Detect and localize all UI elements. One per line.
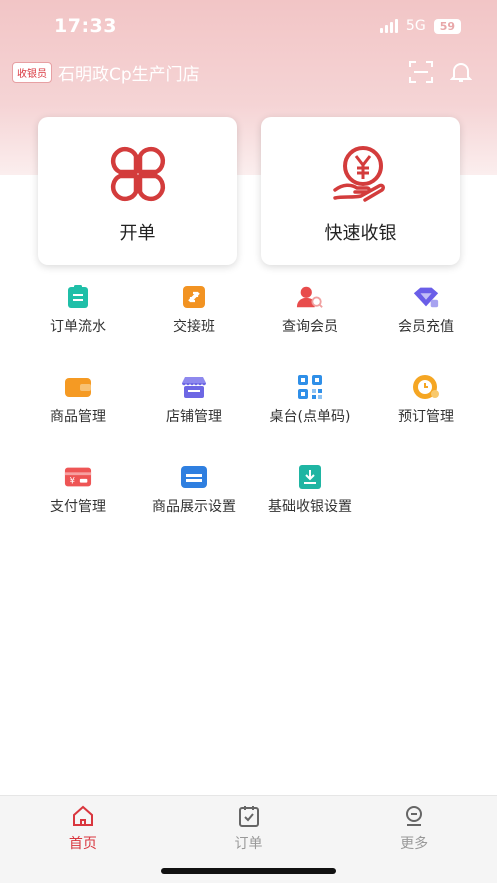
- menu-member-recharge[interactable]: 会员充值: [368, 283, 484, 373]
- scan-icon[interactable]: [401, 54, 441, 90]
- menu-label: 商品展示设置: [152, 499, 236, 515]
- menu-cashier-basic-settings[interactable]: 基础收银设置: [252, 463, 368, 553]
- clover-order-icon: [106, 144, 170, 204]
- tab-label: 更多: [400, 836, 429, 852]
- qrcode-icon: [296, 373, 324, 401]
- menu-product-display-settings[interactable]: 商品展示设置: [136, 463, 252, 553]
- battery-icon: 59: [433, 18, 461, 34]
- menu-label: 商品管理: [50, 409, 106, 425]
- signal-icon: [379, 19, 398, 33]
- menu-table-qrcode[interactable]: 桌台(点单码): [252, 373, 368, 463]
- cashier-download-icon: [296, 463, 324, 491]
- menu-label: 桌台(点单码): [269, 409, 351, 425]
- yen-cashier-icon: [329, 144, 393, 204]
- member-search-icon: [296, 283, 324, 311]
- open-order-card[interactable]: 开单: [38, 117, 237, 265]
- menu-label: 基础收银设置: [268, 499, 352, 515]
- wallet-icon: [64, 373, 92, 401]
- menu-store-management[interactable]: 店铺管理: [136, 373, 252, 463]
- menu-grid: 订单流水 交接班 查询会员 会员充值 商品管理 店铺管理 桌台(点单码) 预订管…: [20, 283, 484, 553]
- clipboard-icon: [64, 283, 92, 311]
- home-indicator: [161, 868, 336, 874]
- tab-label: 订单: [234, 836, 263, 852]
- svg-text:¥: ¥: [70, 476, 75, 486]
- tab-label: 首页: [68, 836, 97, 852]
- store-icon: [180, 373, 208, 401]
- menu-label: 查询会员: [282, 319, 338, 335]
- display-card-icon: [180, 463, 208, 491]
- menu-shift-handover[interactable]: 交接班: [136, 283, 252, 373]
- home-icon: [72, 805, 93, 826]
- menu-order-history[interactable]: 订单流水: [20, 283, 136, 373]
- status-time: 17:33: [54, 15, 117, 37]
- menu-label: 会员充值: [398, 319, 454, 335]
- reservation-clock-icon: [412, 373, 440, 401]
- quick-cashier-label: 快速收银: [324, 223, 397, 244]
- app-header: 收银员 石明政Cp生产门店: [0, 52, 497, 92]
- tab-more[interactable]: 更多: [331, 796, 497, 883]
- menu-label: 预订管理: [398, 409, 454, 425]
- status-indicators: 5G 59: [379, 18, 461, 34]
- quick-cashier-card[interactable]: 快速收银: [261, 117, 460, 265]
- menu-member-query[interactable]: 查询会员: [252, 283, 368, 373]
- menu-product-management[interactable]: 商品管理: [20, 373, 136, 463]
- status-bar: 17:33 5G 59: [0, 0, 497, 52]
- menu-reservation-management[interactable]: 预订管理: [368, 373, 484, 463]
- payment-card-icon: ¥: [64, 463, 92, 491]
- menu-label: 店铺管理: [166, 409, 222, 425]
- store-name[interactable]: 石明政Cp生产门店: [58, 60, 401, 85]
- network-type: 5G: [405, 18, 426, 34]
- menu-payment-management[interactable]: ¥ 支付管理: [20, 463, 136, 553]
- more-icon: [406, 806, 423, 826]
- bell-icon[interactable]: [441, 54, 481, 90]
- order-check-icon: [238, 806, 259, 827]
- open-order-label: 开单: [119, 223, 156, 244]
- primary-actions: 开单 快速收银: [38, 117, 460, 265]
- menu-label: 支付管理: [50, 499, 106, 515]
- role-badge: 收银员: [12, 61, 52, 83]
- shift-swap-icon: [180, 283, 208, 311]
- tab-home[interactable]: 首页: [0, 796, 166, 883]
- menu-label: 交接班: [173, 319, 215, 335]
- menu-label: 订单流水: [50, 319, 106, 335]
- diamond-icon: [412, 283, 440, 311]
